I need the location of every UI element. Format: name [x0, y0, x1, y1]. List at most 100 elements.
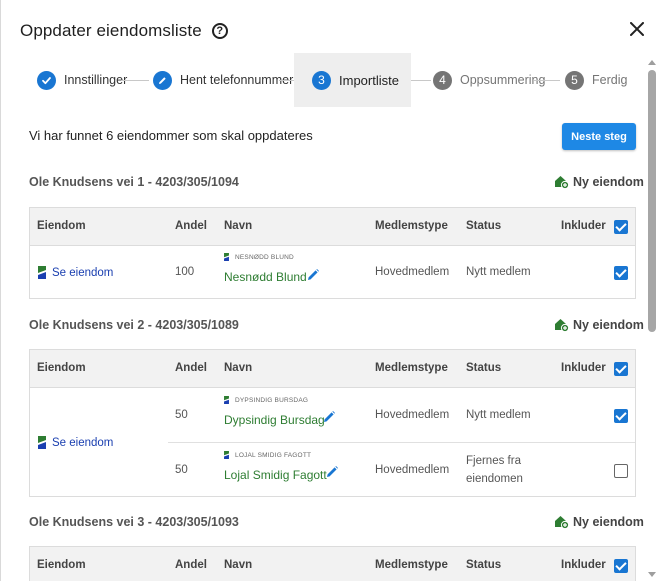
column-header-andel: Andel — [175, 220, 207, 232]
member-small-label: DYPSINDIG BURSDAG — [224, 396, 308, 404]
new-property-label: Ny eiendom — [573, 317, 644, 332]
include-all-checkbox[interactable] — [614, 220, 628, 234]
member-name[interactable]: Nesnødd Blund — [224, 270, 307, 284]
column-header-inkluder: Inkluder — [561, 559, 606, 571]
house-plus-icon — [555, 176, 569, 189]
column-header-navn: Navn — [224, 220, 253, 232]
column-header-medlemstype: Medlemstype — [375, 559, 448, 571]
member-small-label: NESNØDD BLUND — [224, 253, 294, 261]
column-header-inkluder: Inkluder — [561, 362, 606, 374]
step-number: 3 — [312, 70, 331, 90]
stepper: Innstillinger Hent telefonnummer 3 Impor… — [29, 53, 641, 107]
step-ferdig[interactable]: 5 Ferdig — [565, 53, 627, 107]
member-small-name: DYPSINDIG BURSDAG — [235, 396, 309, 404]
member-name[interactable]: Dypsindig Bursdag — [224, 413, 325, 427]
step-label: Oppsummering — [460, 73, 546, 87]
column-header-status: Status — [466, 220, 502, 232]
next-step-button[interactable]: Neste steg — [562, 123, 636, 150]
status-value: Nytt medlem — [466, 266, 531, 278]
update-property-list-dialog: Oppdater eiendomsliste ? Innstillinger H… — [0, 0, 670, 581]
new-property-label: Ny eiendom — [573, 174, 644, 189]
include-checkbox[interactable] — [614, 409, 628, 423]
column-header-navn: Navn — [224, 362, 253, 374]
property-logo-icon — [224, 451, 229, 459]
check-icon — [37, 70, 56, 90]
edit-pencil-icon[interactable] — [325, 465, 339, 479]
step-connector — [534, 80, 560, 81]
house-plus-icon — [555, 319, 569, 332]
row-divider — [168, 442, 635, 443]
house-plus-icon — [555, 516, 569, 529]
column-header-navn: Navn — [224, 559, 253, 571]
medlemstype-value: Hovedmedlem — [375, 464, 450, 476]
scroll-down-arrow-icon[interactable] — [648, 572, 656, 577]
include-checkbox[interactable] — [614, 266, 628, 280]
new-property-button[interactable]: Ny eiendom — [554, 317, 644, 332]
andel-value: 50 — [175, 464, 188, 476]
andel-value: 100 — [175, 266, 195, 278]
table-header: Eiendom Andel Navn Medlemstype Status In… — [30, 547, 635, 581]
dialog-title: Oppdater eiendomsliste — [20, 21, 202, 40]
status-value: Nytt medlem — [466, 409, 531, 421]
view-property-label: Se eiendom — [52, 266, 114, 279]
step-innstillinger[interactable]: Innstillinger — [37, 53, 127, 107]
step-label: Hent telefonnummer — [180, 73, 294, 87]
new-property-button[interactable]: Ny eiendom — [554, 514, 644, 529]
step-number: 4 — [433, 70, 452, 90]
column-header-eiendom: Eiendom — [37, 559, 86, 571]
scrollbar[interactable] — [647, 60, 657, 581]
include-all-checkbox[interactable] — [614, 362, 628, 376]
step-oppsummering[interactable]: 4 Oppsummering — [433, 53, 545, 107]
column-header-eiendom: Eiendom — [37, 220, 86, 232]
property-title: Ole Knudsens vei 2 - 4203/305/1089 — [29, 318, 239, 332]
view-property-link[interactable]: Se eiendom — [38, 266, 113, 279]
member-small-name: NESNØDD BLUND — [235, 253, 294, 261]
member-small-name: LOJAL SMIDIG FAGOTT — [235, 451, 312, 459]
property-logo-icon — [224, 253, 229, 261]
step-label: Innstillinger — [64, 73, 128, 87]
andel-value: 50 — [175, 409, 188, 421]
include-checkbox[interactable] — [614, 464, 628, 478]
column-header-eiendom: Eiendom — [37, 362, 86, 374]
scroll-thumb[interactable] — [648, 70, 656, 332]
include-all-checkbox[interactable] — [614, 559, 628, 573]
table-header: Eiendom Andel Navn Medlemstype Status In… — [30, 208, 635, 246]
edit-pencil-icon[interactable] — [306, 268, 320, 282]
step-connector — [279, 80, 294, 81]
close-icon[interactable] — [630, 22, 644, 36]
column-header-status: Status — [466, 362, 502, 374]
step-hent-telefonnummer[interactable]: Hent telefonnummer — [153, 53, 293, 107]
member-name[interactable]: Lojal Smidig Fagott — [224, 468, 327, 482]
medlemstype-value: Hovedmedlem — [375, 409, 450, 421]
column-header-andel: Andel — [175, 559, 207, 571]
column-header-inkluder: Inkluder — [561, 220, 606, 232]
column-header-medlemstype: Medlemstype — [375, 220, 448, 232]
scroll-up-arrow-icon[interactable] — [648, 60, 656, 65]
pencil-icon — [153, 70, 172, 90]
property-logo-icon — [38, 266, 46, 279]
step-connector — [411, 80, 431, 81]
step-number: 5 — [565, 70, 584, 90]
view-property-label: Se eiendom — [52, 436, 114, 449]
help-circle-icon[interactable]: ? — [211, 23, 228, 39]
medlemstype-value: Hovedmedlem — [375, 266, 450, 278]
members-table: Eiendom Andel Navn Medlemstype Status In… — [29, 207, 636, 299]
step-label: Ferdig — [592, 73, 628, 87]
new-property-label: Ny eiendom — [573, 514, 644, 529]
property-title: Ole Knudsens vei 3 - 4203/305/1093 — [29, 515, 239, 529]
property-logo-icon — [224, 396, 229, 404]
dialog-header: Oppdater eiendomsliste ? — [20, 20, 228, 42]
new-property-button[interactable]: Ny eiendom — [554, 174, 644, 189]
edit-pencil-icon[interactable] — [322, 410, 336, 424]
column-header-status: Status — [466, 559, 502, 571]
members-table: Eiendom Andel Navn Medlemstype Status In… — [29, 349, 636, 497]
property-title: Ole Knudsens vei 1 - 4203/305/1094 — [29, 175, 239, 189]
status-value-line2: eiendomen — [466, 473, 523, 485]
step-importliste[interactable]: 3 Importliste — [294, 53, 411, 107]
table-header: Eiendom Andel Navn Medlemstype Status In… — [30, 350, 635, 388]
column-header-andel: Andel — [175, 362, 207, 374]
column-header-medlemstype: Medlemstype — [375, 362, 448, 374]
member-small-label: LOJAL SMIDIG FAGOTT — [224, 451, 311, 459]
summary-text: Vi har funnet 6 eiendommer som skal oppd… — [29, 128, 313, 143]
view-property-link[interactable]: Se eiendom — [38, 436, 113, 449]
